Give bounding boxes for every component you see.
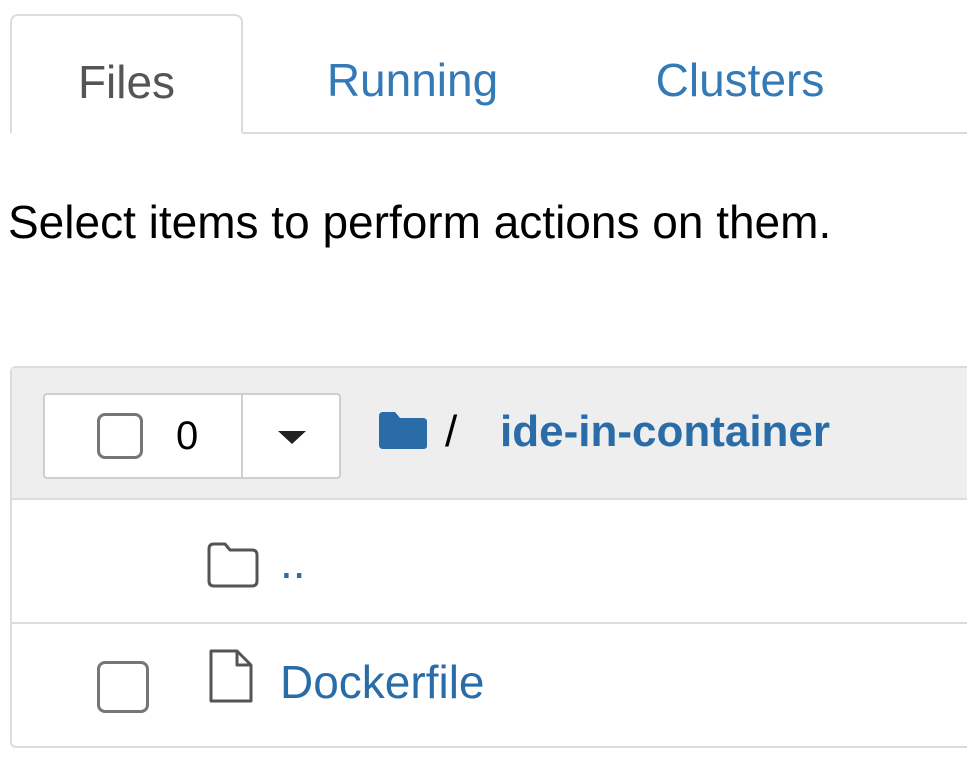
- file-browser-page: Files Running Clusters Select items to p…: [0, 0, 967, 762]
- select-dropdown-button[interactable]: [243, 395, 339, 477]
- list-item-dockerfile[interactable]: Dockerfile: [12, 624, 967, 746]
- select-all-button[interactable]: 0: [45, 395, 241, 477]
- item-checkbox[interactable]: [97, 661, 149, 713]
- tab-running[interactable]: Running: [300, 14, 525, 134]
- select-all-control: 0: [43, 393, 341, 479]
- selected-count: 0: [176, 414, 199, 458]
- file-list-header: 0 / ide-in-container: [12, 368, 967, 500]
- breadcrumb-current-folder[interactable]: ide-in-container: [500, 404, 830, 460]
- list-item-name[interactable]: Dockerfile: [280, 650, 485, 714]
- caret-down-icon: [278, 431, 306, 444]
- tab-clusters[interactable]: Clusters: [625, 14, 855, 134]
- file-list-panel: 0 / ide-in-container .. Dockerfile: [10, 366, 967, 748]
- folder-open-icon: [207, 542, 259, 588]
- list-item-parent-folder[interactable]: ..: [12, 500, 967, 624]
- tab-files[interactable]: Files: [10, 14, 243, 134]
- select-all-checkbox[interactable]: [97, 413, 143, 459]
- list-item-name[interactable]: ..: [280, 530, 306, 594]
- breadcrumb-separator: /: [445, 407, 458, 456]
- tab-bar: Files Running Clusters: [0, 0, 967, 134]
- file-icon: [209, 649, 253, 703]
- folder-icon[interactable]: [377, 410, 429, 450]
- help-text: Select items to perform actions on them.: [8, 196, 832, 248]
